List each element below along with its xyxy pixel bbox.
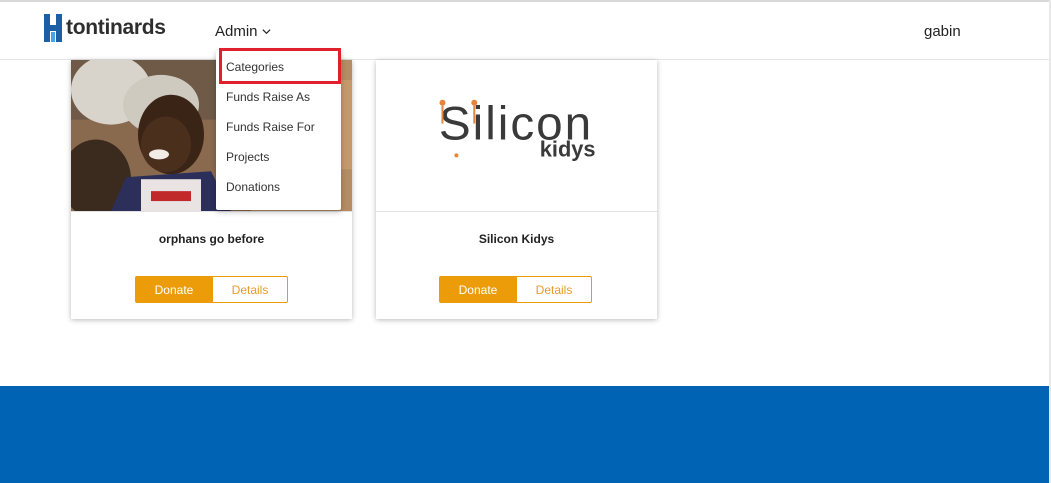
admin-dropdown-menu: Categories Funds Raise As Funds Raise Fo…	[216, 50, 341, 210]
donate-button[interactable]: Donate	[439, 276, 517, 303]
logo-text-bottom: kidys	[540, 136, 596, 161]
menu-item-funds-raise-for[interactable]: Funds Raise For	[226, 120, 315, 134]
details-button[interactable]: Details	[213, 276, 288, 303]
project-actions: Donate Details	[439, 276, 592, 303]
project-title: Silicon Kidys	[478, 232, 555, 246]
site-footer	[0, 386, 1049, 483]
details-button[interactable]: Details	[517, 276, 592, 303]
silicon-kidys-logo: Silicon kidys	[376, 60, 657, 211]
project-card: Silicon kidys Silicon Kidys Donate Detai…	[376, 60, 657, 319]
admin-menu-toggle[interactable]: Admin	[215, 23, 271, 40]
menu-item-categories[interactable]: Categories	[226, 60, 284, 74]
admin-menu-label: Admin	[215, 23, 258, 40]
project-title: orphans go before	[158, 232, 265, 246]
user-menu[interactable]: gabin	[924, 23, 961, 40]
project-image: Silicon kidys	[376, 60, 657, 212]
brand-name: tontinards	[66, 16, 166, 39]
menu-item-funds-raise-as[interactable]: Funds Raise As	[226, 90, 310, 104]
project-actions: Donate Details	[135, 276, 288, 303]
site-logo[interactable]: tontinards	[44, 14, 166, 42]
chevron-down-icon	[262, 29, 271, 35]
donate-button[interactable]: Donate	[135, 276, 213, 303]
menu-item-projects[interactable]: Projects	[226, 150, 269, 164]
menu-item-donations[interactable]: Donations	[226, 180, 280, 194]
site-header: tontinards Admin gabin	[0, 2, 1049, 60]
logo-mark-icon	[44, 14, 62, 42]
